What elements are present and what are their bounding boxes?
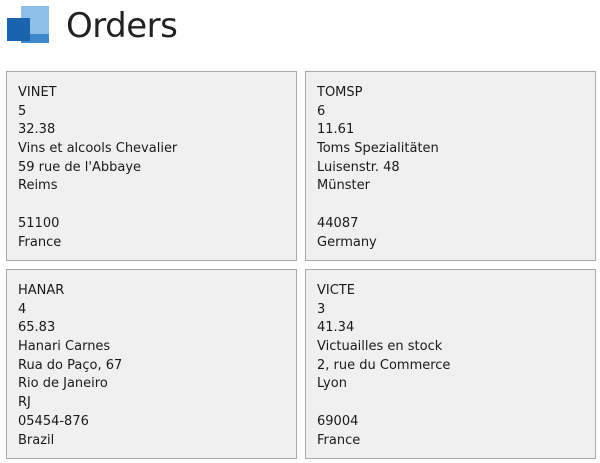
- ship-country: Germany: [317, 234, 377, 250]
- ship-region: RJ: [18, 395, 31, 411]
- employee-id: 4: [18, 301, 27, 317]
- ship-region: [317, 394, 595, 413]
- customer-id: VINET: [18, 85, 57, 100]
- ship-name: Toms Spezialitäten: [317, 141, 439, 157]
- customer-id: TOMSP: [317, 85, 363, 100]
- ship-region: [317, 196, 595, 215]
- ship-postal-code: 69004: [317, 413, 359, 429]
- ship-region: [18, 196, 296, 215]
- ship-postal-code: 44087: [317, 215, 359, 231]
- app-logo-icon: [7, 6, 51, 46]
- ship-country: France: [317, 432, 361, 448]
- employee-id: 5: [18, 103, 27, 119]
- ship-city: Münster: [317, 178, 370, 194]
- logo-square-dark: [7, 18, 30, 41]
- order-card[interactable]: TOMSP 6 11.61 Toms Spezialitäten Luisens…: [305, 71, 596, 261]
- freight: 41.34: [317, 320, 355, 336]
- freight: 65.83: [18, 320, 56, 336]
- order-card[interactable]: VINET 5 32.38 Vins et alcools Chevalier …: [6, 71, 297, 261]
- ship-name: Hanari Carnes: [18, 339, 111, 355]
- ship-postal-code: 05454-876: [18, 413, 89, 429]
- ship-address: 2, rue du Commerce: [317, 357, 451, 373]
- ship-name: Vins et alcools Chevalier: [18, 141, 178, 157]
- freight: 32.38: [18, 122, 56, 138]
- employee-id: 3: [317, 301, 326, 317]
- ship-city: Reims: [18, 178, 58, 194]
- order-card[interactable]: VICTE 3 41.34 Victuailles en stock 2, ru…: [305, 269, 596, 459]
- ship-address: Rua do Paço, 67: [18, 357, 123, 373]
- ship-city: Lyon: [317, 376, 347, 392]
- page-title: Orders: [66, 6, 178, 46]
- ship-city: Rio de Janeiro: [18, 376, 108, 392]
- ship-country: Brazil: [18, 432, 55, 448]
- page-header: Orders: [7, 4, 178, 48]
- employee-id: 6: [317, 103, 326, 119]
- ship-address: Luisenstr. 48: [317, 159, 400, 175]
- ship-address: 59 rue de l'Abbaye: [18, 159, 142, 175]
- ship-name: Victuailles en stock: [317, 339, 443, 355]
- customer-id: HANAR: [18, 283, 65, 298]
- ship-postal-code: 51100: [18, 215, 60, 231]
- customer-id: VICTE: [317, 283, 355, 298]
- order-card[interactable]: HANAR 4 65.83 Hanari Carnes Rua do Paço,…: [6, 269, 297, 459]
- freight: 11.61: [317, 122, 355, 138]
- ship-country: France: [18, 234, 62, 250]
